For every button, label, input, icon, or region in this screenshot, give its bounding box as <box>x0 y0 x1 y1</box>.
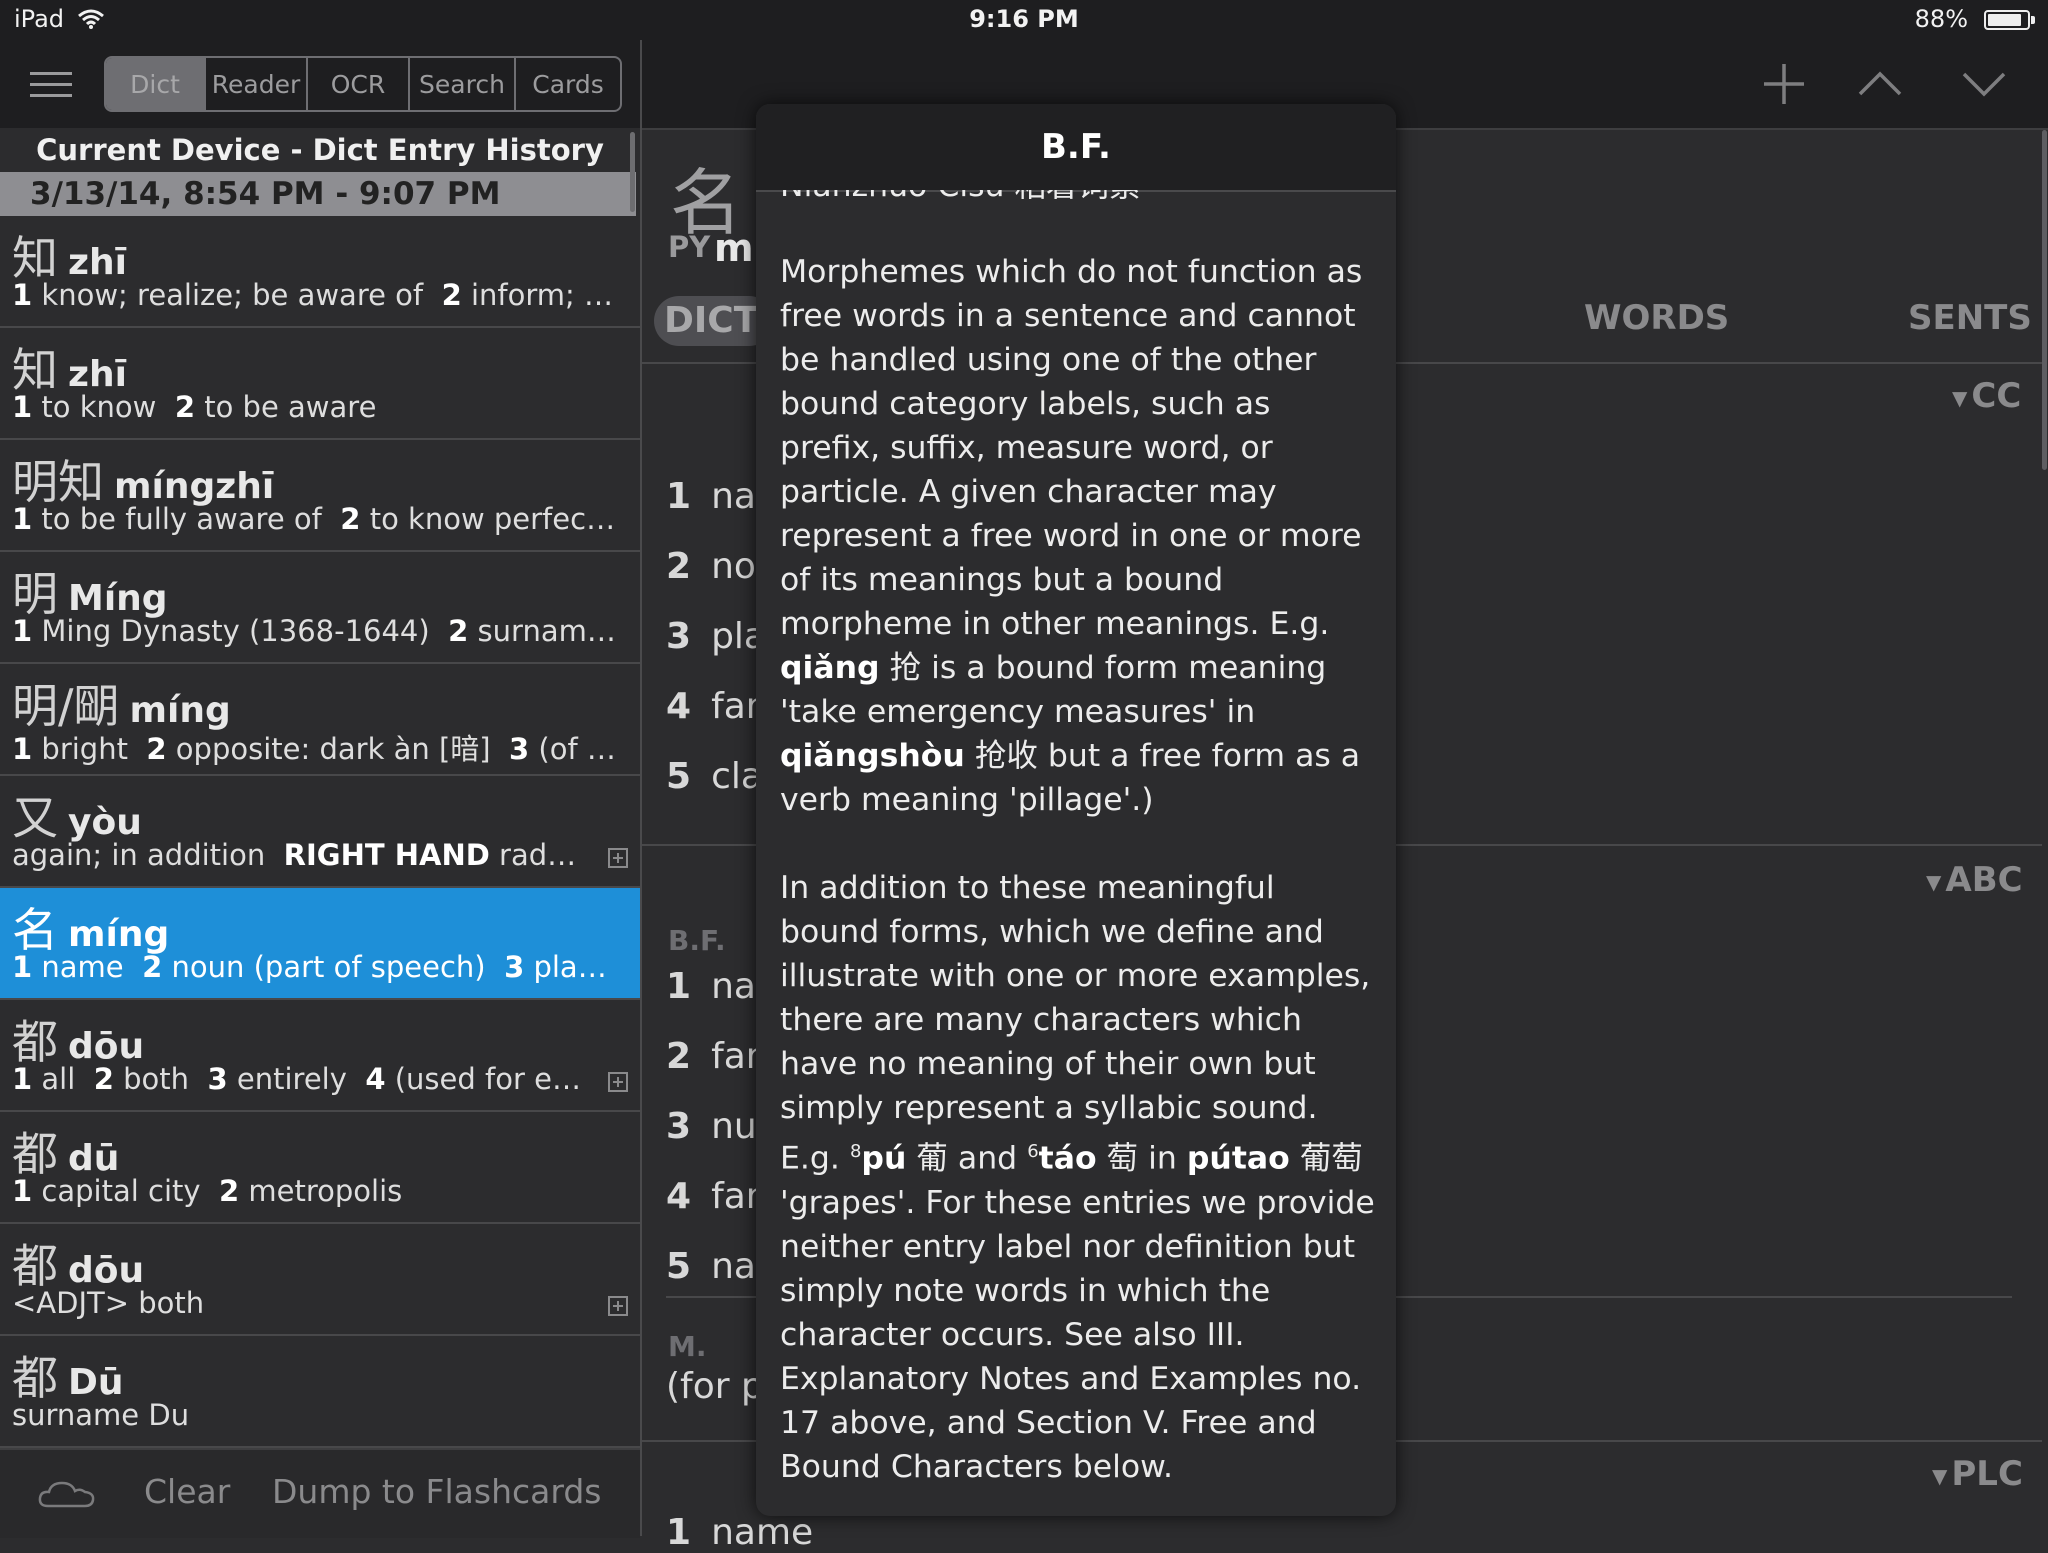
history-entry[interactable]: 明 Míng 1 Ming Dynasty (1368-1644) 2 surnam… <box>0 552 640 664</box>
entry-definition: 1 capital city 2 metropolis <box>12 1174 403 1208</box>
entry-pinyin: Dū <box>68 1362 124 1403</box>
entry-definition: 1 know; realize; be aware of 2 inform; n… <box>12 278 622 312</box>
left-toolbar: Dict Reader OCR Search Cards <box>0 40 640 130</box>
tab-sents[interactable]: SENTS <box>1908 298 2032 338</box>
entry-pinyin: yòu <box>68 802 142 843</box>
history-entry[interactable]: 又yòuagain; in addition RIGHT HAND radica… <box>0 776 640 888</box>
definition-line: 3 pla <box>666 616 766 657</box>
detail-scrollbar[interactable] <box>2042 130 2047 470</box>
pinyin-label: PY <box>668 230 711 264</box>
cloud-icon[interactable] <box>38 1480 96 1508</box>
popover-clipped-line: Nianzhuo Cisu 粘着词素 <box>780 190 1380 208</box>
history-entry[interactable]: 都 Dū surname Du <box>0 1336 640 1448</box>
dump-to-flashcards-button[interactable]: Dump to Flashcards <box>272 1472 602 1511</box>
definition-line: 4 fan <box>666 686 769 727</box>
entry-pinyin: zhī <box>68 354 127 395</box>
entry-hanzi: 知 <box>12 231 58 285</box>
entry-pinyin: míng <box>68 914 170 955</box>
entry-definition: again; in addition RIGHT HAND radical No <box>12 838 582 872</box>
tab-words[interactable]: WORDS <box>1584 298 1729 338</box>
entry-hanzi: 明知 <box>12 455 104 509</box>
popover-paragraph: In addition to these meaningful bound fo… <box>780 870 1375 1485</box>
definition-line: 1 name <box>666 1512 814 1553</box>
popover-title: B.F. <box>756 104 1396 192</box>
entry-definition: 1 to be fully aware of 2 to know perfect… <box>12 502 622 536</box>
history-entry[interactable]: 明/朙 míng 1 bright 2 opposite: dark àn [暗] … <box>0 664 640 776</box>
battery-level <box>1988 14 2021 26</box>
entry-pinyin: zhī <box>68 242 127 283</box>
menu-icon[interactable] <box>30 72 72 98</box>
popover-paragraph: Morphemes which do not function as free … <box>780 254 1363 818</box>
chevron-up-icon[interactable] <box>1856 60 1904 108</box>
entry-definition: 1 bright 2 opposite: dark àn [暗] 3 (of m… <box>12 732 622 766</box>
history-entry[interactable]: 都 dōu 1 all 2 both 3 entirely 4 (used for … <box>0 1000 640 1112</box>
history-entry[interactable]: 名 míng 1 name 2 noun (part of speech) 3 pl… <box>0 888 640 1000</box>
entry-pinyin: dū <box>68 1138 120 1179</box>
entry-pinyin: dōu <box>68 1026 145 1067</box>
clock: 9:16 PM <box>969 5 1079 33</box>
history-entry[interactable]: 知 zhī 1 know; realize; be aware of 2 infor… <box>0 216 640 328</box>
entry-hanzi: 都 <box>12 1127 58 1181</box>
history-pane: Dict Reader OCR Search Cards Current Device … <box>0 40 642 1538</box>
popover-text[interactable]: Nianzhuo Cisu 粘着词素 Morphemes which do no… <box>780 190 1380 1490</box>
history-footer: Clear Dump to Flashcards <box>0 1448 640 1538</box>
entry-hanzi: 都 <box>12 1239 58 1293</box>
entry-hanzi: 名 <box>12 903 58 957</box>
part-of-speech-label: M. <box>668 1330 707 1363</box>
history-entry[interactable]: 明知 míngzhī 1 to be fully aware of 2 to kno… <box>0 440 640 552</box>
battery-icon <box>1984 10 2035 30</box>
entry-definition: 1 Ming Dynasty (1368-1644) 2 surname Min… <box>12 614 622 648</box>
entry-hanzi: 知 <box>12 343 58 397</box>
tab-reader[interactable]: Reader <box>206 58 308 110</box>
entry-definition: surname Du <box>12 1398 190 1432</box>
entry-definition: 1 name 2 noun (part of speech) 3 place (… <box>12 950 622 984</box>
popover-arrow <box>730 880 756 932</box>
definition-line: 4 fan <box>666 1176 769 1217</box>
add-to-flashcards-icon[interactable] <box>608 1072 628 1092</box>
entry-definition: <ADJT> both <box>12 1286 205 1320</box>
section-plc-label[interactable]: ▼ PLC <box>1932 1454 2023 1494</box>
status-bar: iPad 9:16 PM 88% <box>0 0 2048 40</box>
tab-search[interactable]: Search <box>410 58 516 110</box>
entry-pinyin: dōu <box>68 1250 145 1291</box>
entry-pinyin: míng <box>129 690 231 731</box>
chevron-down-icon[interactable] <box>1960 60 2008 108</box>
plus-icon[interactable] <box>1760 60 1808 108</box>
entry-hanzi: 都 <box>12 1351 58 1405</box>
entry-hanzi: 都 <box>12 1015 58 1069</box>
definition-line: 5 cla <box>666 756 763 797</box>
entry-pinyin: Míng <box>68 578 168 619</box>
abbreviation-popover: B.F. Nianzhuo Cisu 粘着词素 Morphemes which … <box>756 104 1396 1516</box>
entry-definition: 1 to know 2 to be aware <box>12 390 377 424</box>
entry-hanzi: 明 <box>12 567 58 621</box>
history-entry[interactable]: 知 zhī 1 to know 2 to be aware <box>0 328 640 440</box>
definition-line: 2 fan <box>666 1036 769 1077</box>
tab-cards[interactable]: Cards <box>516 58 620 110</box>
tab-ocr[interactable]: OCR <box>308 58 410 110</box>
history-date-header: 3/13/14, 8:54 PM - 9:07 PM <box>0 172 636 216</box>
part-of-speech-label: B.F. <box>668 924 726 957</box>
history-list: 知 zhī 1 know; realize; be aware of 2 infor… <box>0 216 640 1448</box>
history-entry[interactable]: 都 dū 1 capital city 2 metropolis <box>0 1112 640 1224</box>
section-abc-label[interactable]: ▼ ABC <box>1926 860 2023 900</box>
tab-dict[interactable]: Dict <box>106 58 206 110</box>
add-to-flashcards-icon[interactable] <box>608 848 628 868</box>
history-entry[interactable]: 都 dōu <ADJT> both <box>0 1224 640 1336</box>
history-title: Current Device - Dict Entry History <box>0 128 640 172</box>
entry-pinyin: míngzhī <box>114 466 275 507</box>
history-scrollbar[interactable] <box>630 132 635 212</box>
entry-hanzi: 又 <box>12 791 58 845</box>
battery-percent: 88% <box>1914 5 1968 33</box>
definition-line: (for p <box>666 1366 764 1407</box>
add-to-flashcards-icon[interactable] <box>608 1296 628 1316</box>
entry-hanzi: 明/朙 <box>12 679 120 733</box>
section-cc-label[interactable]: ▼ CC <box>1952 376 2021 416</box>
entry-definition: 1 all 2 both 3 entirely 4 (used for emph… <box>12 1062 582 1096</box>
clear-button[interactable]: Clear <box>144 1472 230 1511</box>
mode-tabs: Dict Reader OCR Search Cards <box>104 56 622 112</box>
